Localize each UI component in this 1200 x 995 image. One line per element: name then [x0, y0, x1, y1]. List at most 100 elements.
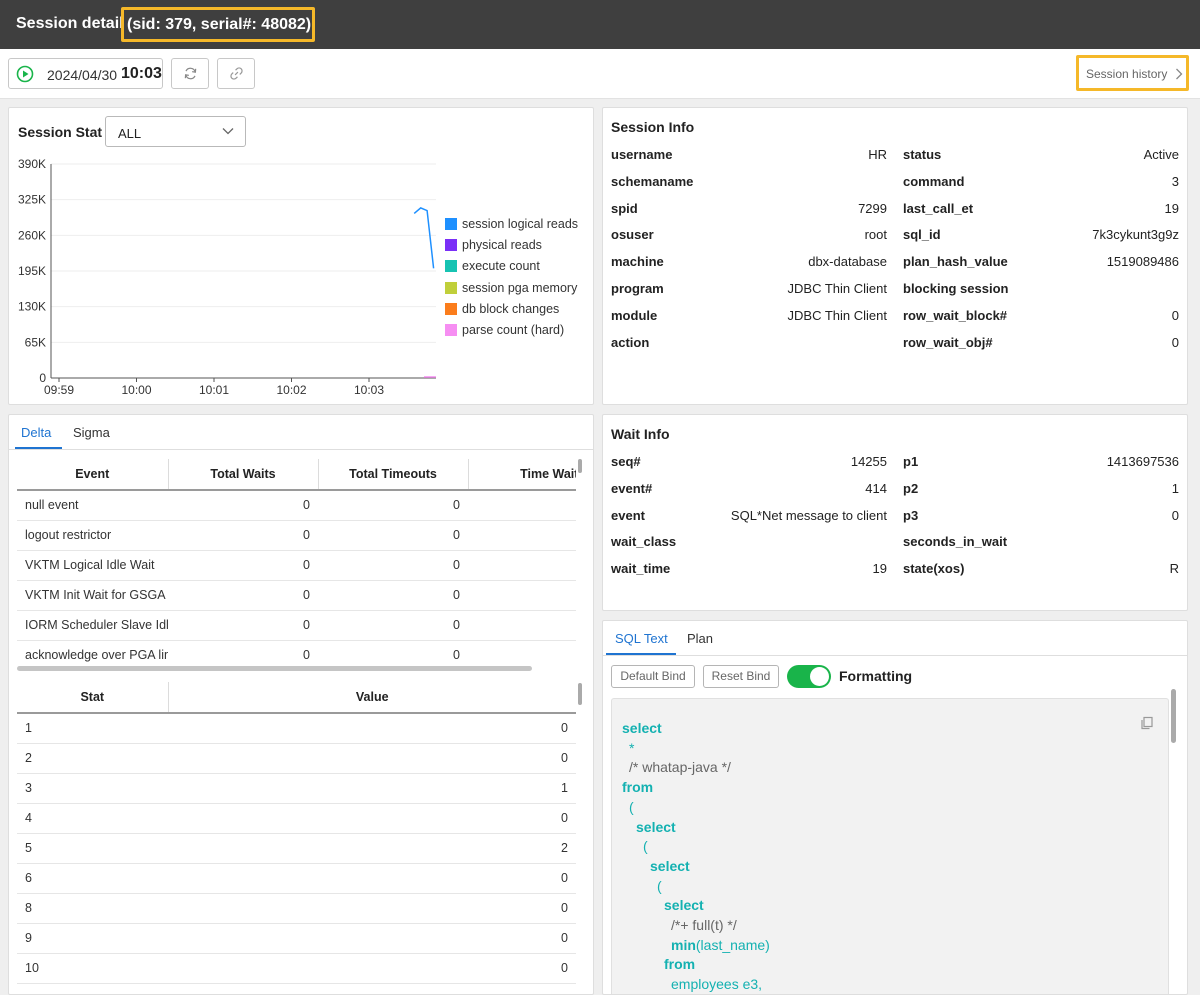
tab-sigma[interactable]: Sigma [73, 425, 110, 440]
info-key: blocking session [903, 281, 1009, 296]
wait-info-title: Wait Info [611, 426, 670, 442]
date-value: 2024/04/30 [47, 67, 118, 83]
table-row[interactable]: null event 0 0 [17, 490, 576, 521]
table-row[interactable]: 40 [17, 803, 576, 834]
sql-vscroll-thumb[interactable] [1171, 689, 1176, 743]
legend-swatch [445, 238, 457, 251]
legend-item[interactable]: db block changes [445, 298, 578, 319]
table-cell: 0 [168, 713, 576, 744]
table-cell: 0 [318, 550, 468, 581]
stat-filter-select[interactable]: ALL [105, 116, 246, 147]
column-header[interactable]: Time Waite [468, 459, 576, 491]
table-cell: 0 [168, 610, 318, 641]
info-value: 7299 [858, 200, 887, 216]
table-cell: 5 [17, 833, 168, 864]
time-picker[interactable]: 2024/04/30 10:03 [8, 58, 163, 89]
events-hscroll-thumb[interactable] [17, 666, 532, 671]
table-cell: 9 [17, 923, 168, 954]
table-cell: 0 [168, 640, 318, 664]
legend-item[interactable]: physical reads [445, 234, 578, 255]
session-history-label: Session history [1086, 67, 1168, 81]
play-icon[interactable] [16, 65, 34, 83]
info-key: machine [611, 254, 664, 270]
info-value: Active [1143, 147, 1179, 162]
legend-item[interactable]: session logical reads [445, 213, 578, 234]
legend-label: session pga memory [462, 280, 578, 295]
stat-header-row: Stat Value [17, 682, 576, 714]
table-cell [468, 610, 576, 641]
code-token: * [629, 739, 635, 756]
table-row[interactable]: 52 [17, 833, 576, 864]
table-cell: acknowledge over PGA lim [17, 640, 168, 664]
refresh-icon [184, 67, 197, 80]
time-value: 10:03 [121, 65, 162, 82]
stat-vscroll-thumb[interactable] [578, 683, 582, 705]
info-key: p2 [903, 480, 919, 496]
table-row[interactable]: IORM Scheduler Slave Idle 0 0 [17, 610, 576, 641]
session-history-button[interactable]: Session history [1076, 55, 1189, 91]
events-vscroll-thumb[interactable] [578, 459, 582, 473]
table-cell: 2 [168, 833, 576, 864]
code-line: select [664, 896, 704, 916]
session-id-label: (sid: 379, serial#: 48082) [121, 7, 315, 42]
table-row[interactable]: 31 [17, 773, 576, 804]
toggle-knob [810, 667, 829, 686]
code-token: employees e3, [671, 976, 763, 993]
table-cell: 0 [318, 640, 468, 664]
column-header[interactable]: Total Waits [168, 459, 319, 491]
table-cell [468, 520, 576, 551]
events-vscroll[interactable] [576, 459, 583, 664]
code-token: select [650, 857, 690, 874]
code-token: select [664, 897, 704, 914]
code-token: from [622, 779, 654, 796]
table-cell: IORM Scheduler Slave Idle [17, 610, 168, 641]
table-row[interactable]: logout restrictor 0 0 [17, 520, 576, 551]
default-bind-button[interactable]: Default Bind [611, 665, 695, 688]
events-table-wrap: EventTotal WaitsTotal TimeoutsTime Waite… [17, 459, 576, 664]
table-row[interactable]: VKTM Init Wait for GSGA 0 0 [17, 580, 576, 611]
table-row[interactable]: 60 [17, 863, 576, 894]
column-header[interactable]: Value [168, 682, 576, 714]
table-row[interactable]: 90 [17, 923, 576, 954]
info-key: spid [611, 200, 638, 216]
refresh-button[interactable] [171, 58, 209, 89]
active-tab-indicator [606, 653, 676, 655]
y-tick-label: 260K [18, 228, 46, 242]
legend-item[interactable]: session pga memory [445, 277, 578, 298]
info-key: state(xos) [903, 561, 965, 577]
table-row[interactable]: 20 [17, 743, 576, 774]
column-header[interactable]: Event [17, 459, 169, 491]
tab-sql-text[interactable]: SQL Text [615, 631, 668, 646]
formatting-toggle[interactable] [787, 665, 831, 688]
events-table: EventTotal WaitsTotal TimeoutsTime Waite… [17, 459, 576, 664]
table-cell: 2 [17, 743, 168, 774]
table-row[interactable]: VKTM Logical Idle Wait 0 0 [17, 550, 576, 581]
code-line: employees e3, [671, 975, 763, 994]
link-button[interactable] [217, 58, 255, 89]
table-row[interactable]: acknowledge over PGA lim 0 0 [17, 640, 576, 664]
sql-code-view[interactable]: select */* whatap-java */from(select(sele… [611, 698, 1169, 994]
code-token: from [664, 956, 696, 973]
table-row[interactable]: 10 [17, 713, 576, 744]
legend-swatch [445, 260, 457, 273]
legend-item[interactable]: execute count [445, 256, 578, 277]
info-key: command [903, 173, 965, 189]
legend-item[interactable]: parse count (hard) [445, 319, 578, 340]
info-key: p3 [903, 507, 919, 523]
reset-bind-button[interactable]: Reset Bind [703, 665, 779, 688]
table-row[interactable]: 80 [17, 893, 576, 924]
table-row[interactable]: 10 0 [17, 953, 576, 984]
table-cell: 10 [17, 953, 168, 984]
table-cell: VKTM Init Wait for GSGA [17, 580, 168, 611]
tab-delta[interactable]: Delta [21, 425, 51, 440]
info-key: action [611, 334, 650, 350]
events-panel: Delta Sigma Event Total Waits Total Timeou… [8, 414, 594, 995]
copy-icon[interactable] [1140, 716, 1154, 730]
column-header[interactable]: Stat [17, 682, 169, 714]
table-cell: 0 [318, 610, 468, 641]
column-header[interactable]: Total Timeouts [318, 459, 469, 491]
info-value: 1519089486 [1106, 254, 1179, 270]
code-token: select [636, 818, 676, 835]
tab-plan[interactable]: Plan [687, 631, 713, 646]
info-value: R [1169, 561, 1179, 577]
